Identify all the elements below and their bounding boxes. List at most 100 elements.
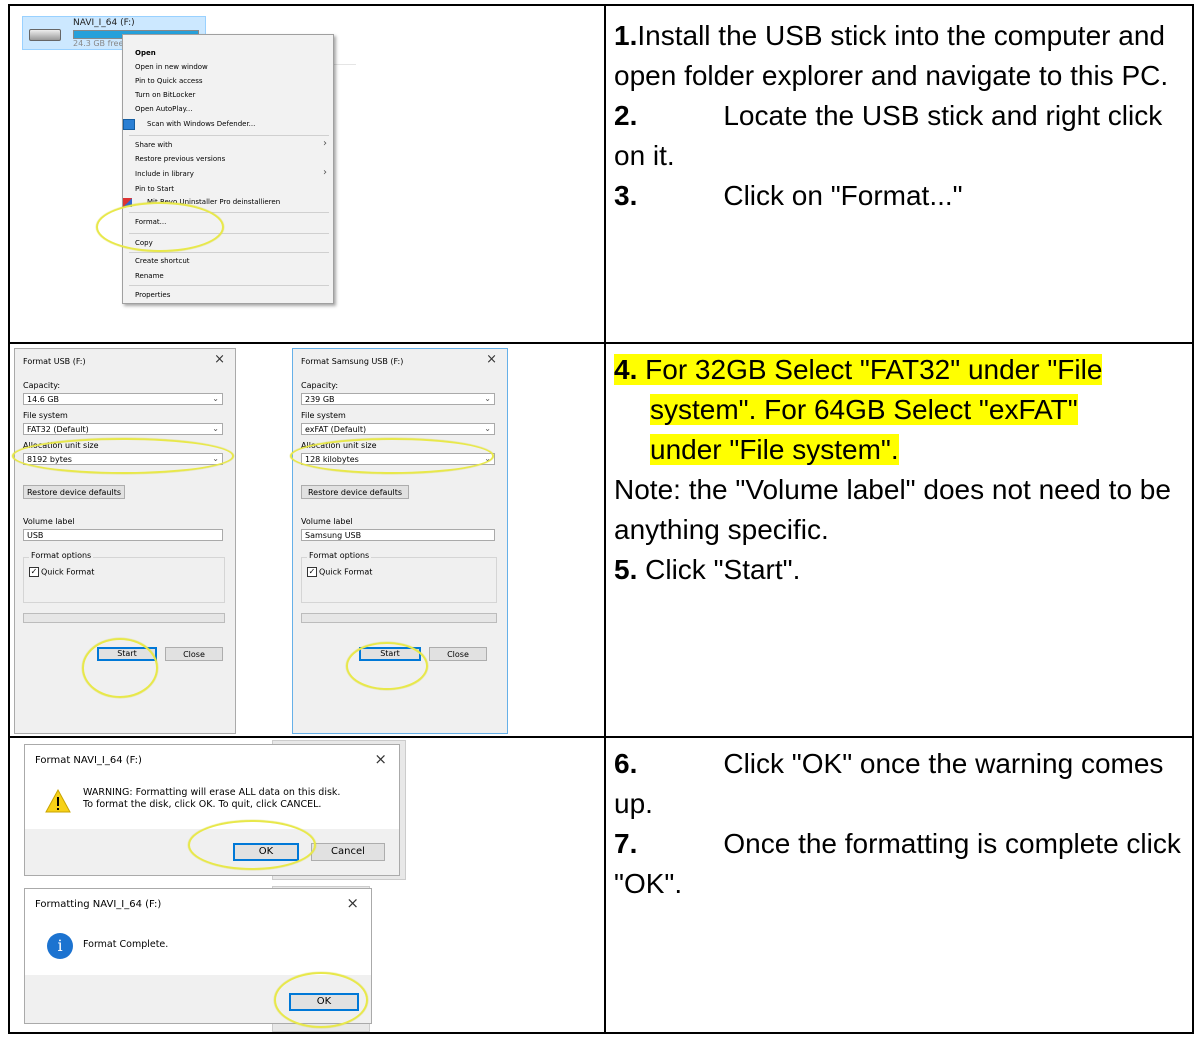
highlight-circle bbox=[12, 438, 234, 474]
capacity-label: Capacity: bbox=[301, 381, 339, 390]
step-text: Click "Start". bbox=[645, 554, 801, 585]
close-button[interactable]: Close bbox=[165, 647, 223, 661]
volume-label-input[interactable]: USB bbox=[23, 529, 223, 541]
cancel-button[interactable]: Cancel bbox=[311, 843, 385, 861]
warning-icon bbox=[45, 789, 71, 813]
chevron-right-icon: › bbox=[323, 138, 327, 149]
checkmark-icon: ✓ bbox=[307, 567, 317, 577]
highlight-circle bbox=[274, 972, 368, 1028]
format-options-group bbox=[23, 557, 225, 603]
quick-format-checkbox[interactable]: ✓ Quick Format bbox=[29, 567, 94, 577]
file-system-select[interactable]: FAT32 (Default) ⌄ bbox=[23, 423, 223, 435]
highlight-circle bbox=[290, 438, 494, 474]
step2-screenshot-cell: Format USB (F:) × Capacity: 14.6 GB ⌄ Fil… bbox=[8, 342, 606, 738]
step1-screenshot-cell: NAVI_I_64 (F:) 24.3 GB free of Open Open… bbox=[8, 4, 606, 344]
step-text: under "File system". bbox=[650, 434, 899, 465]
dialog-title: Format USB (F:) bbox=[23, 357, 86, 366]
step3-text-cell: 6. Click "OK" once the warning comes up. … bbox=[604, 736, 1194, 1034]
quick-format-label: Quick Format bbox=[319, 567, 373, 577]
menu-separator bbox=[129, 135, 329, 136]
progress-bar bbox=[301, 613, 497, 623]
close-icon[interactable]: × bbox=[214, 352, 225, 367]
capacity-select[interactable]: 14.6 GB ⌄ bbox=[23, 393, 223, 405]
step-text: Once the formatting is complete click "O… bbox=[614, 828, 1181, 899]
dialog-title: Format NAVI_I_64 (F:) bbox=[35, 755, 142, 766]
steps-1-3: 1.Install the USB stick into the compute… bbox=[606, 6, 1192, 216]
menu-item-pin-quick-access[interactable]: Pin to Quick access bbox=[135, 77, 203, 85]
step-number: 4. bbox=[614, 354, 638, 385]
step2-text-cell: 4. For 32GB Select "FAT32" under "File s… bbox=[604, 342, 1194, 738]
menu-item-open-new-window[interactable]: Open in new window bbox=[135, 63, 208, 71]
step1-text-cell: 1.Install the USB stick into the compute… bbox=[604, 4, 1194, 344]
menu-item-bitlocker[interactable]: Turn on BitLocker bbox=[135, 91, 195, 99]
menu-separator bbox=[129, 252, 329, 253]
chevron-right-icon: › bbox=[323, 167, 327, 178]
menu-item-share-with[interactable]: Share with bbox=[135, 141, 172, 149]
info-icon: i bbox=[47, 933, 73, 959]
menu-item-rename[interactable]: Rename bbox=[135, 272, 164, 280]
warning-line-1: WARNING: Formatting will erase ALL data … bbox=[83, 787, 341, 798]
format-options-label: Format options bbox=[307, 551, 372, 560]
step-text: Locate the USB stick and right click on … bbox=[614, 100, 1163, 171]
complete-text: Format Complete. bbox=[83, 939, 169, 950]
chevron-down-icon: ⌄ bbox=[212, 394, 219, 403]
checkmark-icon: ✓ bbox=[29, 567, 39, 577]
steps-6-7: 6. Click "OK" once the warning comes up. … bbox=[606, 738, 1192, 904]
menu-item-properties[interactable]: Properties bbox=[135, 291, 170, 299]
format-options-label: Format options bbox=[29, 551, 94, 560]
step-text: Install the USB stick into the computer … bbox=[614, 20, 1169, 91]
dialog-title: Format Samsung USB (F:) bbox=[301, 357, 404, 366]
step-number: 1. bbox=[614, 20, 638, 51]
chevron-down-icon: ⌄ bbox=[484, 424, 491, 433]
file-system-select[interactable]: exFAT (Default) ⌄ bbox=[301, 423, 495, 435]
restore-defaults-button[interactable]: Restore device defaults bbox=[23, 485, 125, 499]
file-system-label: File system bbox=[301, 411, 346, 420]
close-icon[interactable]: × bbox=[346, 894, 359, 912]
menu-item-include-library[interactable]: Include in library bbox=[135, 170, 194, 178]
step-text: Click on "Format..." bbox=[723, 180, 963, 211]
context-menu: Open Open in new window Pin to Quick acc… bbox=[122, 34, 334, 304]
menu-item-create-shortcut[interactable]: Create shortcut bbox=[135, 257, 190, 265]
highlight-circle bbox=[82, 638, 158, 698]
menu-item-scan-defender[interactable]: Scan with Windows Defender... bbox=[147, 120, 255, 128]
quick-format-label: Quick Format bbox=[41, 567, 95, 577]
menu-item-pin-start[interactable]: Pin to Start bbox=[135, 185, 174, 193]
menu-item-restore-versions[interactable]: Restore previous versions bbox=[135, 155, 225, 163]
capacity-value: 239 GB bbox=[305, 395, 335, 404]
menu-separator bbox=[129, 285, 329, 286]
step-number: 2. bbox=[614, 100, 638, 131]
capacity-label: Capacity: bbox=[23, 381, 61, 390]
quick-format-checkbox[interactable]: ✓ Quick Format bbox=[307, 567, 372, 577]
steps-4-5: 4. For 32GB Select "FAT32" under "File s… bbox=[606, 344, 1192, 590]
capacity-value: 14.6 GB bbox=[27, 395, 60, 404]
volume-label-input[interactable]: Samsung USB bbox=[301, 529, 495, 541]
progress-bar bbox=[23, 613, 225, 623]
step-number: 7. bbox=[614, 828, 638, 859]
restore-defaults-button[interactable]: Restore device defaults bbox=[301, 485, 409, 499]
volume-label-label: Volume label bbox=[301, 517, 353, 526]
menu-item-autoplay[interactable]: Open AutoPlay... bbox=[135, 105, 192, 113]
highlight-circle bbox=[188, 820, 316, 870]
close-icon[interactable]: × bbox=[374, 750, 387, 768]
volume-label-label: Volume label bbox=[23, 517, 75, 526]
close-button[interactable]: Close bbox=[429, 647, 487, 661]
highlight-circle bbox=[96, 202, 224, 252]
step-text: For 32GB Select "FAT32" under "File bbox=[645, 354, 1103, 385]
menu-item-open[interactable]: Open bbox=[135, 49, 156, 57]
drive-name: NAVI_I_64 (F:) bbox=[73, 18, 135, 28]
step3-screenshot-cell: Format NAVI_I_64 (F:) × WARNING: Formatt… bbox=[8, 736, 606, 1034]
chevron-down-icon: ⌄ bbox=[484, 394, 491, 403]
step-text: Click "OK" once the warning comes up. bbox=[614, 748, 1164, 819]
dialog-title: Formatting NAVI_I_64 (F:) bbox=[35, 899, 162, 910]
chevron-down-icon: ⌄ bbox=[212, 424, 219, 433]
format-options-group bbox=[301, 557, 497, 603]
defender-icon bbox=[123, 119, 135, 130]
note-text: Note: the "Volume label" does not need t… bbox=[614, 474, 1171, 545]
capacity-select[interactable]: 239 GB ⌄ bbox=[301, 393, 495, 405]
instructions-table: NAVI_I_64 (F:) 24.3 GB free of Open Open… bbox=[8, 4, 1194, 1034]
close-icon[interactable]: × bbox=[486, 352, 497, 367]
step-text: system". For 64GB Select "exFAT" bbox=[650, 394, 1078, 425]
step-number: 6. bbox=[614, 748, 638, 779]
usb-drive-icon bbox=[29, 29, 61, 41]
file-system-label: File system bbox=[23, 411, 68, 420]
